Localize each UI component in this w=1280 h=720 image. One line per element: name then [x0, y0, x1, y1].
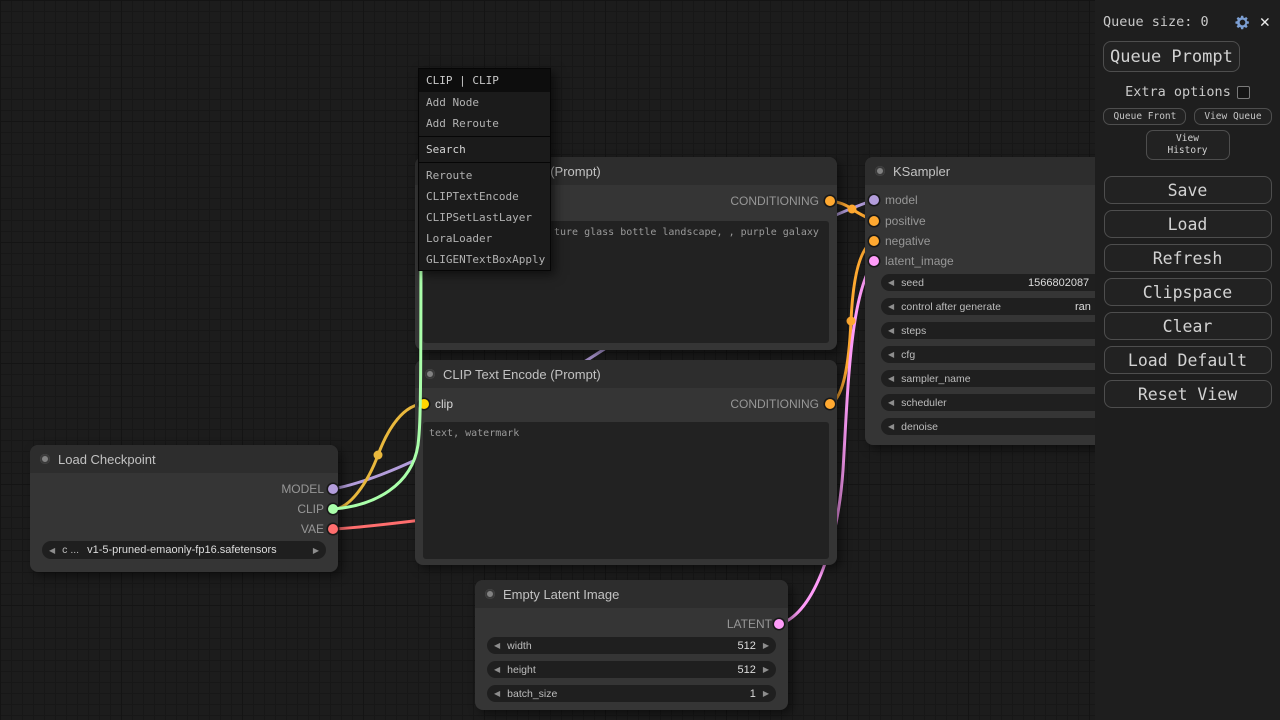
prev-value-icon[interactable]: ◀ [888, 398, 894, 407]
menu-panel: Queue size: 0 ✕ Queue Prompt Extra optio… [1095, 0, 1280, 720]
settings-gear-icon[interactable] [1234, 14, 1251, 31]
output-slot-vae-label: VAE [301, 521, 324, 537]
menu-separator [419, 136, 550, 137]
widget-value: v1-5-pruned-emaonly-fp16.safetensors [87, 544, 277, 556]
menu-separator [419, 162, 550, 163]
prev-value-icon[interactable]: ◀ [888, 374, 894, 383]
prev-value-icon[interactable]: ◀ [49, 546, 55, 555]
output-slot-clip-label: CLIP [297, 501, 324, 517]
output-slot-conditioning-label: CONDITIONING [730, 193, 819, 209]
increment-icon[interactable]: ▶ [763, 665, 769, 674]
node-clip-text-encode-2[interactable]: CLIP Text Encode (Prompt) clip CONDITION… [415, 360, 837, 565]
menu-item-clipsetlastlayer[interactable]: CLIPSetLastLayer [419, 207, 550, 228]
decrement-icon[interactable]: ◀ [494, 641, 500, 650]
node-titlebar[interactable]: CLIP Text Encode (Prompt) [415, 360, 837, 388]
menu-item-reroute[interactable]: Reroute [419, 165, 550, 186]
node-canvas[interactable]: Load Checkpoint MODEL CLIP VAE ◀ c ... v… [0, 0, 1280, 720]
node-title: Empty Latent Image [503, 587, 619, 602]
menu-item-loraloader[interactable]: LoraLoader [419, 228, 550, 249]
decrement-icon[interactable]: ◀ [494, 689, 500, 698]
increment-icon[interactable]: ▶ [763, 689, 769, 698]
close-menu-icon[interactable]: ✕ [1260, 12, 1270, 32]
node-collapse-dot[interactable] [425, 369, 435, 379]
node-load-checkpoint[interactable]: Load Checkpoint MODEL CLIP VAE ◀ c ... v… [30, 445, 338, 572]
node-titlebar[interactable]: Load Checkpoint [30, 445, 338, 473]
decrement-icon[interactable]: ◀ [888, 326, 894, 335]
output-slot-model-label: MODEL [281, 481, 324, 497]
slot-dot-clip-in[interactable] [419, 399, 429, 409]
clear-button[interactable]: Clear [1104, 312, 1272, 340]
link-release-context-menu: CLIP | CLIP Add Node Add Reroute Search … [418, 68, 551, 271]
view-queue-button[interactable]: View Queue [1194, 108, 1271, 125]
link-midpoint-dot[interactable] [848, 205, 857, 214]
widget-name: c ... [62, 544, 79, 556]
slot-dot-conditioning-out[interactable] [825, 196, 835, 206]
widget-height[interactable]: ◀ height 512 ▶ [487, 661, 776, 678]
input-slot-latent-image-label: latent_image [885, 253, 954, 269]
view-history-button[interactable]: View History [1146, 130, 1230, 160]
decrement-icon[interactable]: ◀ [888, 350, 894, 359]
decrement-icon[interactable]: ◀ [888, 302, 894, 311]
clipspace-button[interactable]: Clipspace [1104, 278, 1272, 306]
output-slot-latent-label: LATENT [727, 616, 772, 632]
increment-icon[interactable]: ▶ [763, 641, 769, 650]
slot-dot-positive-in[interactable] [869, 216, 879, 226]
slot-dot-latent-out[interactable] [774, 619, 784, 629]
prompt-textarea[interactable]: text, watermark [423, 422, 829, 559]
slot-dot-clip-out[interactable] [328, 504, 338, 514]
decrement-icon[interactable]: ◀ [494, 665, 500, 674]
widget-width[interactable]: ◀ width 512 ▶ [487, 637, 776, 654]
extra-options-label: Extra options [1125, 84, 1231, 100]
link-midpoint-dot[interactable] [847, 317, 856, 326]
widget-batch-size[interactable]: ◀ batch_size 1 ▶ [487, 685, 776, 702]
slot-dot-vae-out[interactable] [328, 524, 338, 534]
input-slot-negative-label: negative [885, 233, 930, 249]
menu-item-cliptextencode[interactable]: CLIPTextEncode [419, 186, 550, 207]
context-menu-title: CLIP | CLIP [419, 69, 550, 92]
node-empty-latent-image[interactable]: Empty Latent Image LATENT ◀ width 512 ▶ … [475, 580, 788, 710]
menu-item-search[interactable]: Search [419, 139, 550, 160]
link-midpoint-dot[interactable] [374, 451, 383, 460]
menu-item-gligentextboxapply[interactable]: GLIGENTextBoxApply [419, 249, 550, 270]
slot-dot-model-out[interactable] [328, 484, 338, 494]
save-button[interactable]: Save [1104, 176, 1272, 204]
node-collapse-dot[interactable] [875, 166, 885, 176]
slot-dot-model-in[interactable] [869, 195, 879, 205]
queue-front-button[interactable]: Queue Front [1103, 108, 1186, 125]
node-title: KSampler [893, 164, 950, 179]
load-default-button[interactable]: Load Default [1104, 346, 1272, 374]
node-collapse-dot[interactable] [40, 454, 50, 464]
slot-dot-conditioning-out[interactable] [825, 399, 835, 409]
slot-dot-latent-in[interactable] [869, 256, 879, 266]
extra-options-checkbox[interactable] [1237, 86, 1250, 99]
queue-size-label: Queue size: 0 [1103, 14, 1234, 30]
menu-item-add-node[interactable]: Add Node [419, 92, 550, 113]
reset-view-button[interactable]: Reset View [1104, 380, 1272, 408]
slot-dot-negative-in[interactable] [869, 236, 879, 246]
load-button[interactable]: Load [1104, 210, 1272, 238]
next-value-icon[interactable]: ▶ [313, 546, 319, 555]
node-collapse-dot[interactable] [485, 589, 495, 599]
output-slot-conditioning-label: CONDITIONING [730, 396, 819, 412]
ckpt-name-combo[interactable]: ◀ c ... v1-5-pruned-emaonly-fp16.safeten… [42, 541, 326, 559]
decrement-icon[interactable]: ◀ [888, 278, 894, 287]
input-slot-positive-label: positive [885, 213, 926, 229]
node-title: Load Checkpoint [58, 452, 156, 467]
input-slot-model-label: model [885, 192, 918, 208]
node-title: CLIP Text Encode (Prompt) [443, 367, 601, 382]
menu-item-add-reroute[interactable]: Add Reroute [419, 113, 550, 134]
node-titlebar[interactable]: Empty Latent Image [475, 580, 788, 608]
refresh-button[interactable]: Refresh [1104, 244, 1272, 272]
decrement-icon[interactable]: ◀ [888, 422, 894, 431]
queue-prompt-button[interactable]: Queue Prompt [1103, 41, 1240, 72]
input-slot-clip-label: clip [435, 396, 453, 412]
